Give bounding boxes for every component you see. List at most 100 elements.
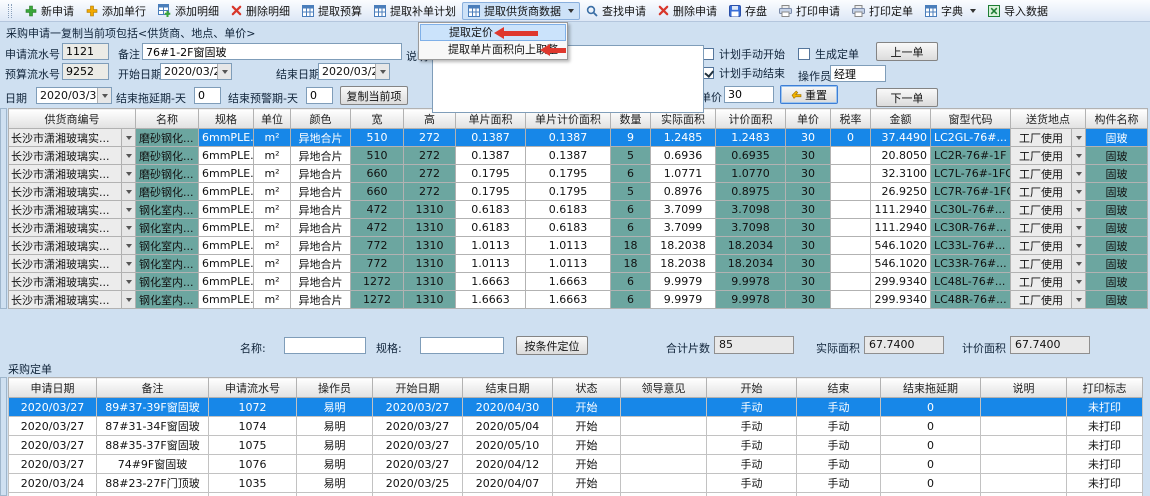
plan-manual-start-checkbox[interactable]: 计划手动开始 (702, 46, 785, 62)
dropdown-arrow-button[interactable] (121, 129, 135, 146)
table-cell[interactable]: 6mmPLE... (199, 129, 254, 147)
note-field[interactable] (142, 43, 402, 60)
checkbox-icon[interactable] (798, 48, 810, 60)
table-cell[interactable]: 18.2034 (716, 255, 786, 273)
table-cell[interactable]: 钢化室内... (136, 219, 199, 237)
column-header[interactable]: 备注 (97, 378, 209, 398)
table-cell[interactable]: 长沙市潇湘玻璃实... (9, 255, 136, 273)
table-cell[interactable]: 2020/04/30 (463, 398, 553, 417)
table-cell[interactable]: 异地合片 (291, 255, 351, 273)
table-cell[interactable]: 510 (351, 147, 404, 165)
column-header[interactable]: 规格 (199, 109, 254, 129)
dropdown-arrow-button[interactable] (121, 273, 135, 290)
table-cell[interactable]: m² (254, 201, 291, 219)
table-cell[interactable]: 6 (611, 165, 651, 183)
dropdown-arrow-button[interactable] (1071, 237, 1085, 254)
table-cell[interactable]: 易明 (297, 474, 373, 493)
dropdown-arrow-button[interactable] (1071, 183, 1085, 200)
table-cell[interactable]: 9.9979 (651, 291, 716, 309)
table-cell[interactable]: 0.1387 (526, 147, 611, 165)
table-cell[interactable]: m² (254, 147, 291, 165)
delete-request-button[interactable]: 删除申请 (652, 2, 723, 20)
dropdown-cell[interactable]: 长沙市潇湘玻璃实... (9, 237, 135, 254)
table-cell[interactable] (831, 183, 871, 201)
table-cell[interactable]: 手动 (707, 455, 797, 474)
table-cell[interactable]: 272 (404, 165, 456, 183)
start-date-select[interactable]: 2020/03/21 (160, 63, 232, 80)
table-cell[interactable]: m² (254, 183, 291, 201)
table-cell[interactable]: 工厂使用 (1011, 219, 1086, 237)
table-cell[interactable]: m² (254, 273, 291, 291)
table-cell[interactable]: 30 (786, 165, 831, 183)
table-cell[interactable]: 工厂使用 (1011, 147, 1086, 165)
column-header[interactable]: 计价面积 (716, 109, 786, 129)
table-cell[interactable]: 2020/03/24 (9, 474, 97, 493)
unit-price-field[interactable] (724, 86, 774, 103)
table-cell[interactable]: 9.9979 (651, 273, 716, 291)
table-cell[interactable] (373, 493, 463, 496)
table-cell[interactable] (831, 201, 871, 219)
table-cell[interactable]: 6mmPLE... (199, 291, 254, 309)
table-cell[interactable]: 30 (786, 201, 831, 219)
dropdown-cell[interactable]: 长沙市潇湘玻璃实... (9, 273, 135, 290)
dropdown-arrow-button[interactable] (121, 165, 135, 182)
table-cell[interactable]: 1.0113 (526, 255, 611, 273)
table-cell[interactable]: 未打印 (1067, 474, 1143, 493)
table-cell[interactable]: 472 (351, 201, 404, 219)
delay-days-field[interactable] (194, 87, 221, 104)
table-cell[interactable]: 32.3100 (871, 165, 931, 183)
table-cell[interactable]: 1075 (209, 436, 297, 455)
table-cell[interactable]: 30 (786, 219, 831, 237)
table-cell[interactable]: LC7R-76#-1FO (931, 183, 1011, 201)
table-cell[interactable]: 长沙市潇湘玻璃实... (9, 165, 136, 183)
table-cell[interactable]: 2020/03/27 (9, 398, 97, 417)
table-cell[interactable]: 固玻 (1086, 291, 1148, 309)
dropdown-cell[interactable]: 工厂使用 (1011, 165, 1085, 182)
chevron-down-icon[interactable] (568, 9, 574, 13)
table-cell[interactable] (831, 165, 871, 183)
table-cell[interactable] (463, 493, 553, 496)
table-cell[interactable]: 工厂使用 (1011, 201, 1086, 219)
table-cell[interactable]: 0.6936 (651, 147, 716, 165)
table-cell[interactable]: 1.6663 (526, 291, 611, 309)
table-cell[interactable]: 30 (786, 183, 831, 201)
table-cell[interactable]: 手动 (797, 417, 881, 436)
spec-filter-input[interactable] (420, 337, 504, 354)
table-cell[interactable]: 固玻 (1086, 219, 1148, 237)
dropdown-arrow-button[interactable] (1071, 165, 1085, 182)
table-cell[interactable]: 开始 (553, 436, 621, 455)
column-header[interactable]: 窗型代码 (931, 109, 1011, 129)
table-row[interactable]: 长沙市潇湘玻璃实...钢化室内...6mmPLE...m²异地合片4721310… (9, 201, 1148, 219)
dropdown-cell[interactable]: 长沙市潇湘玻璃实... (9, 183, 135, 200)
table-cell[interactable]: 18 (611, 237, 651, 255)
dropdown-cell[interactable]: 工厂使用 (1011, 183, 1085, 200)
table-cell[interactable]: 异地合片 (291, 201, 351, 219)
table-cell[interactable]: 1074 (209, 417, 297, 436)
table-cell[interactable]: 2020/03/25 (373, 474, 463, 493)
table-cell[interactable]: 111.2940 (871, 219, 931, 237)
table-cell[interactable]: 未打印 (1067, 417, 1143, 436)
table-cell[interactable] (297, 493, 373, 496)
table-cell[interactable]: 钢化室内... (136, 201, 199, 219)
table-cell[interactable]: 0.6935 (716, 147, 786, 165)
table-cell[interactable]: 开始 (553, 474, 621, 493)
table-cell[interactable]: 手动 (707, 417, 797, 436)
column-header[interactable]: 单价 (786, 109, 831, 129)
table-cell[interactable] (831, 255, 871, 273)
table-cell[interactable]: 手动 (797, 455, 881, 474)
dropdown-cell[interactable]: 工厂使用 (1011, 273, 1085, 290)
table-cell[interactable]: 工厂使用 (1011, 165, 1086, 183)
print-order-button[interactable]: 打印定单 (846, 2, 919, 20)
table-cell[interactable]: 89#37-39F窗固玻 (97, 398, 209, 417)
table-cell[interactable] (1067, 493, 1143, 496)
table-cell[interactable]: 1.0770 (716, 165, 786, 183)
menu-item-extract-pricing[interactable]: 提取定价 (420, 24, 566, 41)
table-cell[interactable]: 0.1387 (456, 129, 526, 147)
table-cell[interactable]: 1.6663 (456, 291, 526, 309)
table-cell[interactable]: 2020/04/12 (463, 455, 553, 474)
table-cell[interactable]: m² (254, 165, 291, 183)
table-cell[interactable]: 工厂使用 (1011, 255, 1086, 273)
table-cell[interactable] (981, 455, 1067, 474)
table-cell[interactable]: 0.6183 (456, 219, 526, 237)
dropdown-cell[interactable]: 长沙市潇湘玻璃实... (9, 255, 135, 272)
